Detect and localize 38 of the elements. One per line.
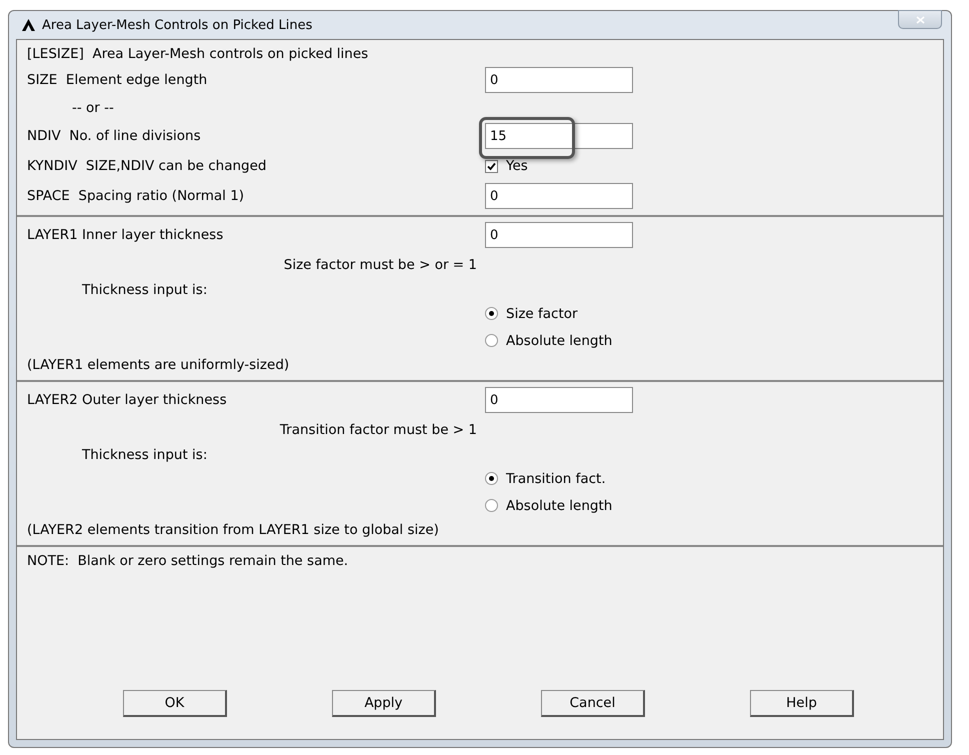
input-field[interactable]: 0 — [485, 183, 633, 209]
radio-button[interactable] — [485, 499, 498, 512]
note-text: (LAYER1 elements are uniformly-sized) — [27, 357, 290, 373]
dialog-button[interactable]: Cancel — [541, 690, 645, 717]
dialog-button[interactable]: Apply — [332, 690, 436, 717]
field-label: NDIV No. of line divisions — [27, 128, 202, 144]
note-text: NOTE: Blank or zero settings remain the same. — [27, 553, 350, 569]
or-text: -- or -- — [71, 100, 115, 116]
field-label: LAYER1 Inner layer thickness — [27, 227, 224, 243]
note-text: (LAYER2 elements transition from LAYER1 size to global size) — [27, 522, 440, 538]
input-field[interactable]: 0 — [485, 387, 633, 413]
radio-label: Size factor — [506, 306, 578, 322]
checkbox-label: Yes — [506, 158, 528, 174]
field-label: SIZE Element edge length — [27, 72, 208, 88]
dialog-button[interactable]: Help — [750, 690, 854, 717]
radio-label: Transition fact. — [506, 470, 606, 486]
prompt-text: Thickness input is: — [81, 447, 208, 463]
window-title: Area Layer-Mesh Controls on Picked Lines — [42, 18, 312, 32]
input-field[interactable]: 0 — [485, 67, 633, 93]
radio-label: Absolute length — [506, 498, 612, 514]
hint-text: Transition factor must be > 1 — [278, 422, 478, 438]
input-field[interactable]: 15 — [485, 123, 633, 149]
field-label: KYNDIV SIZE,NDIV can be changed — [27, 158, 268, 174]
close-icon — [916, 16, 924, 24]
radio-label: Absolute length — [506, 332, 612, 348]
radio-button[interactable] — [485, 334, 498, 347]
hint-text: Size factor must be > or = 1 — [282, 257, 478, 273]
radio-button[interactable] — [485, 307, 498, 320]
field-label: LAYER2 Outer layer thickness — [27, 392, 228, 408]
logo-icon — [22, 19, 35, 31]
prompt-text: Thickness input is: — [81, 282, 208, 298]
radio-button[interactable] — [485, 472, 498, 485]
note-text: [LESIZE] Area Layer-Mesh controls on picked lines — [27, 46, 370, 62]
input-field[interactable]: 0 — [485, 222, 633, 248]
dialog-button[interactable]: OK — [123, 690, 227, 717]
field-label: SPACE Spacing ratio (Normal 1) — [27, 188, 246, 204]
checkbox[interactable] — [485, 160, 498, 172]
close-button[interactable] — [898, 10, 942, 29]
